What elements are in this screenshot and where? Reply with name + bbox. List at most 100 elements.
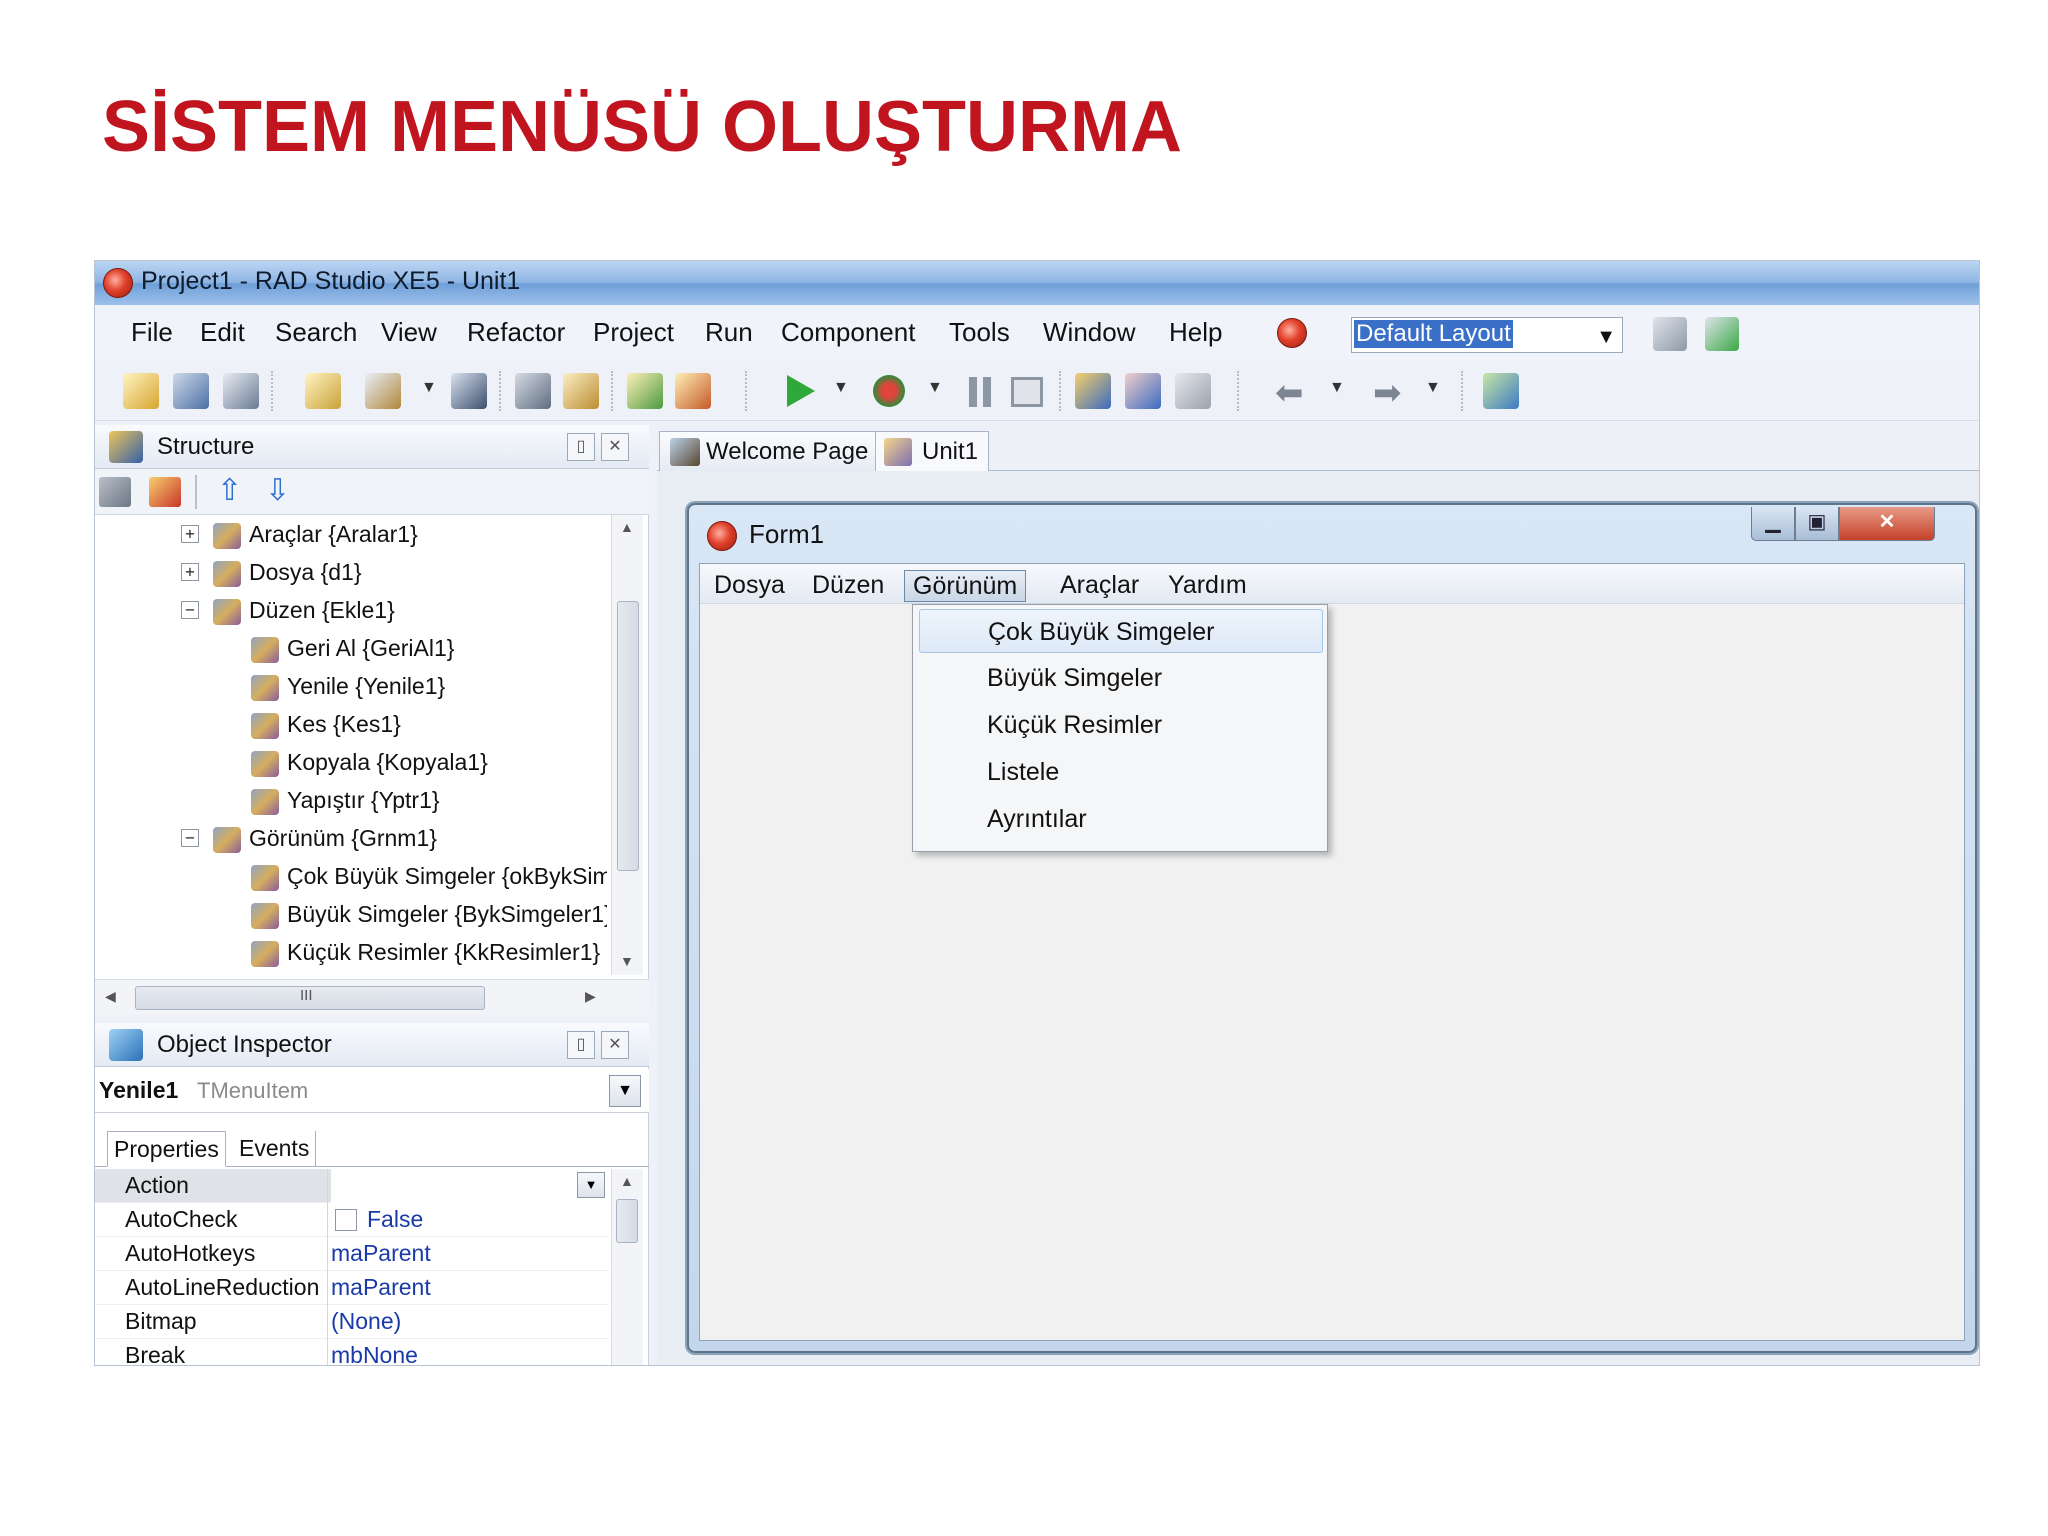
menu-search[interactable]: Search	[275, 317, 357, 348]
scroll-up-icon[interactable]: ▲	[620, 1173, 634, 1189]
tree-expander[interactable]: +	[181, 563, 199, 581]
tree-item[interactable]: Araçlar {Aralar1}	[213, 515, 418, 553]
remove-from-project-icon[interactable]	[675, 373, 711, 409]
save-all-icon[interactable]	[515, 373, 551, 409]
form-menu-gorunum[interactable]: Görünüm	[904, 570, 1027, 602]
run-icon[interactable]	[787, 375, 815, 407]
chevron-down-icon[interactable]: ▼	[1596, 326, 1616, 349]
scroll-up-icon[interactable]: ▲	[620, 519, 634, 535]
form-menu-araclar[interactable]: Araçlar	[1052, 570, 1147, 602]
tab-unit1[interactable]: Unit1	[875, 431, 990, 471]
scrollbar-thumb[interactable]	[616, 1199, 638, 1243]
chevron-down-icon[interactable]: ▼	[577, 1172, 605, 1198]
menu-window[interactable]: Window	[1043, 317, 1135, 348]
move-up-icon[interactable]: ⇧	[217, 473, 242, 508]
structure-horizontal-scrollbar[interactable]: ◀ III ▶	[95, 979, 649, 1015]
delete-item-icon[interactable]	[149, 477, 181, 507]
property-row[interactable]: AutoCheck False	[95, 1203, 609, 1237]
property-row[interactable]: Action ▼	[95, 1169, 609, 1203]
menu-tools[interactable]: Tools	[949, 317, 1010, 348]
move-down-icon[interactable]: ⇩	[265, 473, 290, 508]
property-row[interactable]: Break mbNone	[95, 1339, 609, 1365]
open-project-icon[interactable]	[223, 373, 259, 409]
close-icon[interactable]: ✕	[601, 433, 629, 461]
tree-item[interactable]: Geri Al {GeriAl1}	[251, 629, 454, 667]
form-menu-dosya[interactable]: Dosya	[706, 570, 793, 602]
chevron-down-icon[interactable]: ▼	[421, 379, 437, 397]
menu-project[interactable]: Project	[593, 317, 674, 348]
menu-refactor[interactable]: Refactor	[467, 317, 565, 348]
new-file-icon[interactable]	[305, 373, 341, 409]
chevron-down-icon[interactable]: ▼	[833, 379, 849, 397]
tree-item[interactable]: Kes {Kes1}	[251, 705, 401, 743]
forward-arrow-icon[interactable]: ➡	[1373, 373, 1402, 413]
scroll-down-icon[interactable]: ▼	[620, 953, 634, 969]
popup-item-listele[interactable]: Listele	[919, 750, 1323, 794]
save-desktop-icon[interactable]	[1653, 317, 1687, 351]
tab-properties[interactable]: Properties	[107, 1131, 226, 1167]
form-menu-yardim[interactable]: Yardım	[1160, 570, 1255, 602]
property-row[interactable]: AutoHotkeys maParent	[95, 1237, 609, 1271]
open-file-icon[interactable]	[365, 373, 401, 409]
object-selector[interactable]: Yenile1 TMenuItem ▼	[95, 1069, 649, 1113]
open-icon[interactable]	[173, 373, 209, 409]
close-icon[interactable]: ✕	[1839, 507, 1935, 541]
tree-item[interactable]: Görünüm {Grnm1}	[213, 819, 437, 857]
layout-select[interactable]: Default Layout ▼	[1351, 317, 1623, 353]
menu-component[interactable]: Component	[781, 317, 915, 348]
title-bar[interactable]: Project1 - RAD Studio XE5 - Unit1	[95, 261, 1979, 305]
autocheck-checkbox[interactable]	[335, 1209, 357, 1231]
popup-item-buyuk-simgeler[interactable]: Büyük Simgeler	[919, 656, 1323, 700]
embarcadero-icon[interactable]	[1277, 318, 1307, 348]
menu-file[interactable]: File	[131, 317, 173, 348]
pin-icon[interactable]: ▯	[567, 433, 595, 461]
property-row[interactable]: Bitmap (None)	[95, 1305, 609, 1339]
tab-welcome-page[interactable]: Welcome Page	[659, 431, 880, 471]
new-items-icon[interactable]	[123, 373, 159, 409]
tree-item[interactable]: Küçük Resimler {KkResimler1}	[251, 933, 600, 971]
tree-item-selected[interactable]: Yenile {Yenile1}	[251, 667, 445, 705]
open-project-file-icon[interactable]	[563, 373, 599, 409]
tree-expander[interactable]: −	[181, 601, 199, 619]
property-value-field[interactable]: ▼	[331, 1169, 609, 1203]
property-row[interactable]: AutoLineReduction maParent	[95, 1271, 609, 1305]
popup-item-kucuk-resimler[interactable]: Küçük Resimler	[919, 703, 1323, 747]
tree-item[interactable]: Büyük Simgeler {BykSimgeler1}	[251, 895, 607, 933]
close-icon[interactable]: ✕	[601, 1031, 629, 1059]
form-menu-duzen[interactable]: Düzen	[804, 570, 892, 602]
tree-item[interactable]: Dosya {d1}	[213, 553, 362, 591]
add-to-project-icon[interactable]	[627, 373, 663, 409]
chevron-down-icon[interactable]: ▼	[1329, 379, 1345, 397]
chevron-down-icon[interactable]: ▼	[609, 1075, 641, 1107]
new-item-icon[interactable]	[99, 477, 131, 507]
scrollbar-thumb[interactable]	[617, 601, 639, 871]
menu-edit[interactable]: Edit	[200, 317, 245, 348]
chevron-down-icon[interactable]: ▼	[927, 379, 943, 397]
menu-run[interactable]: Run	[705, 317, 753, 348]
chevron-down-icon[interactable]: ▼	[1425, 379, 1441, 397]
scroll-right-icon[interactable]: ▶	[585, 988, 596, 1005]
structure-vertical-scrollbar[interactable]: ▲ ▼	[611, 515, 643, 975]
tree-item[interactable]: Kopyala {Kopyala1}	[251, 743, 488, 781]
tree-expander[interactable]: +	[181, 525, 199, 543]
popup-item-ayrintilar[interactable]: Ayrıntılar	[919, 797, 1323, 841]
menu-help[interactable]: Help	[1169, 317, 1222, 348]
step-over-icon[interactable]	[1125, 373, 1161, 409]
save-icon[interactable]	[451, 373, 487, 409]
stop-icon[interactable]	[1011, 377, 1043, 407]
property-value[interactable]: mbNone	[331, 1342, 418, 1365]
pause-icon[interactable]	[969, 377, 977, 407]
tree-item[interactable]: Düzen {Ekle1}	[213, 591, 395, 629]
maximize-icon[interactable]: ▣	[1795, 507, 1839, 541]
pin-icon[interactable]: ▯	[567, 1031, 595, 1059]
back-arrow-icon[interactable]: ⬅	[1275, 373, 1304, 413]
run-without-debugging-icon[interactable]	[873, 375, 905, 407]
popup-item-cok-buyuk-simgeler[interactable]: Çok Büyük Simgeler	[919, 609, 1323, 653]
minimize-icon[interactable]: ▁	[1751, 507, 1795, 541]
property-value[interactable]: maParent	[331, 1274, 431, 1301]
menu-view[interactable]: View	[381, 317, 437, 348]
property-value[interactable]: False	[367, 1206, 423, 1233]
property-value[interactable]: (None)	[331, 1308, 401, 1335]
tree-expander[interactable]: −	[181, 829, 199, 847]
tab-events[interactable]: Events	[233, 1131, 317, 1167]
